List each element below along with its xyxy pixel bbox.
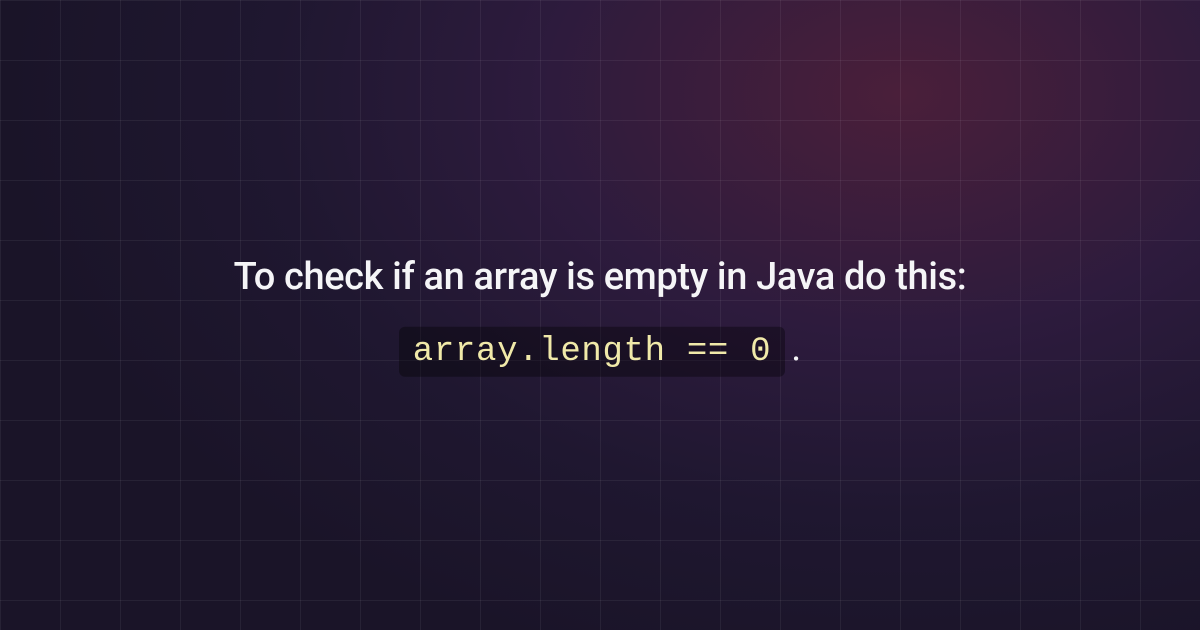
content-block: To check if an array is empty in Java do… <box>0 253 1200 377</box>
trailing-period: . <box>791 326 801 370</box>
code-line: array.length == 0 . <box>399 326 801 377</box>
heading-text: To check if an array is empty in Java do… <box>40 253 1160 302</box>
code-snippet: array.length == 0 <box>399 327 785 377</box>
